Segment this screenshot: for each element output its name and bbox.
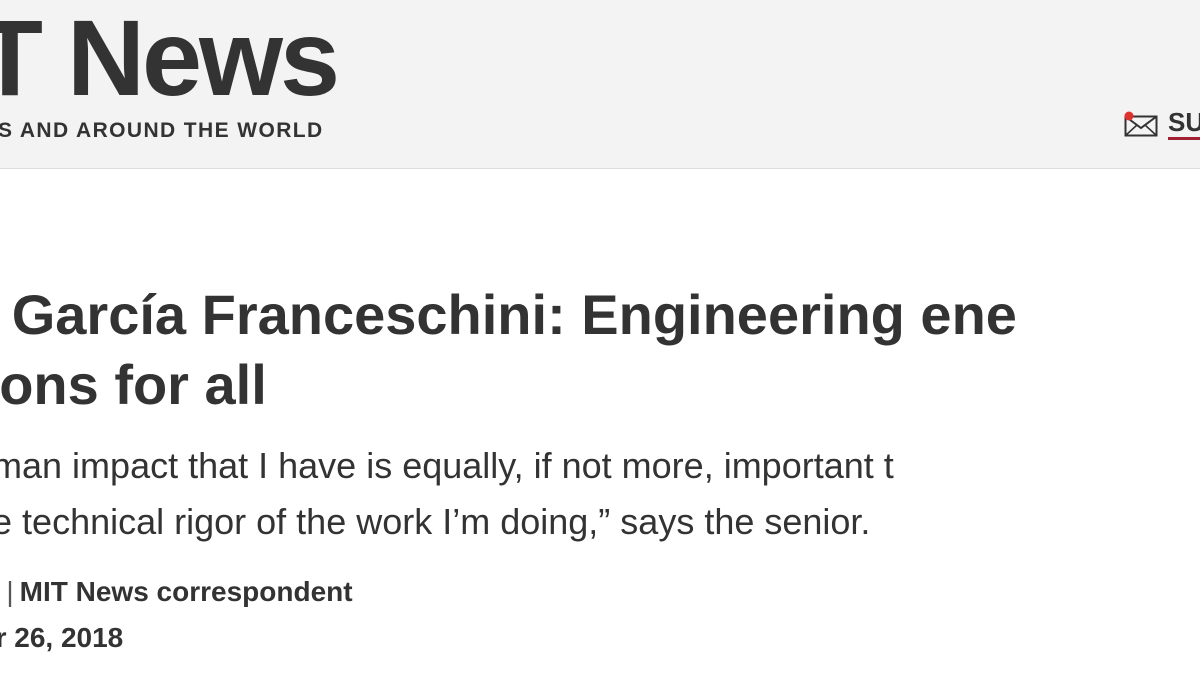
author-role: MIT News correspondent	[19, 576, 353, 607]
article-title-line-1: é García Franceschini: Engineering ene	[0, 283, 1017, 346]
site-logo[interactable]: IT News	[0, 4, 340, 112]
byline-separator: |	[6, 576, 14, 607]
subscribe-link[interactable]: SU	[1124, 108, 1200, 140]
site-tagline: CAMPUS AND AROUND THE WORLD	[0, 119, 324, 142]
article-subtitle-line-1: uman impact that I have is equally, if n…	[0, 445, 894, 486]
subscribe-label: SU	[1168, 108, 1200, 140]
publish-date: er 26, 2018	[0, 622, 124, 653]
article-subtitle: uman impact that I have is equally, if n…	[0, 438, 1200, 550]
envelope-icon	[1124, 111, 1158, 137]
article-byline: le|MIT News correspondent	[0, 576, 353, 608]
site-header: IT News CAMPUS AND AROUND THE WORLD SU	[0, 0, 1200, 169]
article-title-line-2: tions for all	[0, 353, 267, 416]
article-title: é García Franceschini: Engineering ene t…	[0, 280, 1200, 420]
article-subtitle-line-2: he technical rigor of the work I’m doing…	[0, 501, 871, 542]
